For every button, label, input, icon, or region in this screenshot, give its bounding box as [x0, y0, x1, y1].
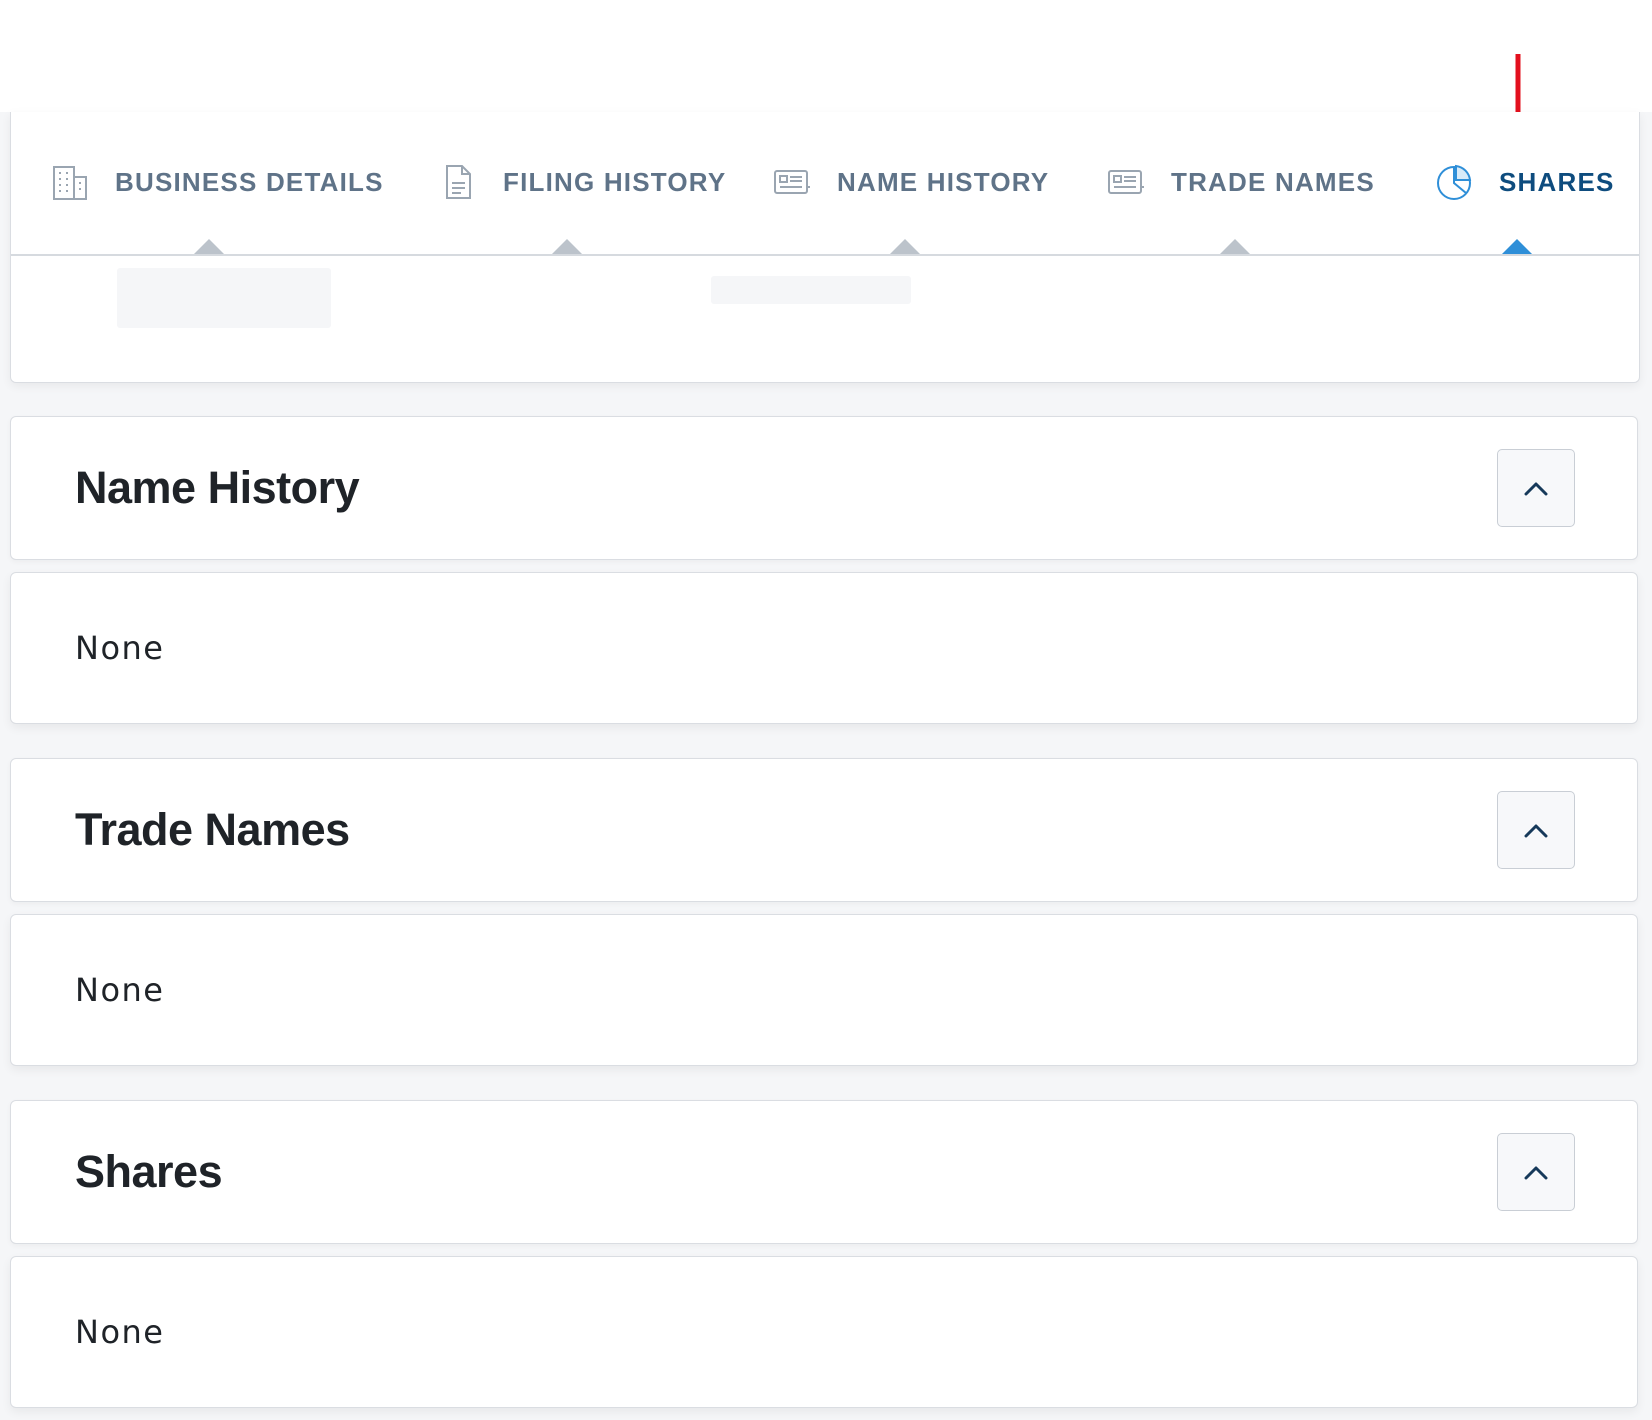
section-content: None [75, 1313, 165, 1351]
section-title: Name History [75, 462, 360, 513]
section-header-trade-names: Trade Names [10, 758, 1638, 902]
section-title: Trade Names [75, 804, 350, 855]
section-body-shares: None [10, 1256, 1638, 1408]
chevron-up-icon [1524, 824, 1548, 838]
tab-business-details[interactable]: BUSINESS DETAILS [51, 152, 384, 212]
id-card-icon [773, 163, 811, 201]
tab-caret [1219, 239, 1251, 255]
section-title: Shares [75, 1146, 223, 1197]
tab-filing-history[interactable]: FILING HISTORY [439, 152, 726, 212]
tab-divider [11, 254, 1639, 256]
collapse-button[interactable] [1497, 1133, 1575, 1211]
tab-caret [889, 239, 921, 255]
tab-caret [193, 239, 225, 255]
tab-shares[interactable]: SHARES [1435, 152, 1615, 212]
tab-label: BUSINESS DETAILS [115, 166, 384, 197]
document-icon [439, 163, 477, 201]
tab-bar: BUSINESS DETAILS FILING HISTORY NAME HIS… [11, 112, 1639, 255]
placeholder-block [711, 276, 911, 304]
building-icon [51, 163, 89, 201]
tab-label: NAME HISTORY [837, 166, 1050, 197]
tab-trade-names[interactable]: TRADE NAMES [1107, 152, 1375, 212]
tab-caret [551, 239, 583, 255]
section-header-name-history: Name History [10, 416, 1638, 560]
collapse-button[interactable] [1497, 791, 1575, 869]
tab-label: FILING HISTORY [503, 166, 727, 197]
id-card-icon [1107, 163, 1145, 201]
section-body-trade-names: None [10, 914, 1638, 1066]
section-content: None [75, 629, 165, 667]
tab-name-history[interactable]: NAME HISTORY [773, 152, 1049, 212]
tab-label: TRADE NAMES [1171, 166, 1375, 197]
chevron-up-icon [1524, 1166, 1548, 1180]
pie-chart-icon [1435, 163, 1473, 201]
section-body-name-history: None [10, 572, 1638, 724]
chevron-up-icon [1524, 482, 1548, 496]
collapse-button[interactable] [1497, 449, 1575, 527]
section-content: None [75, 971, 165, 1009]
section-header-shares: Shares [10, 1100, 1638, 1244]
top-bar [0, 0, 1652, 112]
tab-active-indicator [1501, 239, 1533, 255]
tabs-card: BUSINESS DETAILS FILING HISTORY NAME HIS… [10, 112, 1640, 383]
tab-label: SHARES [1499, 166, 1615, 197]
placeholder-block [117, 268, 331, 328]
